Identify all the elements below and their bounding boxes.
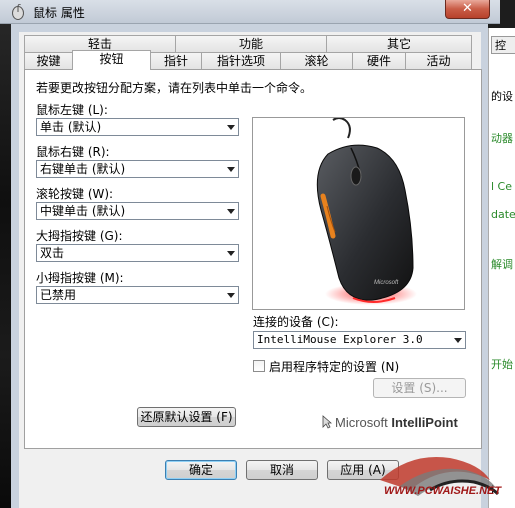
- svg-text:Microsoft: Microsoft: [374, 280, 399, 286]
- tab-functions[interactable]: 功能: [175, 35, 327, 52]
- cursor-icon: [322, 415, 333, 429]
- connected-device-select[interactable]: IntelliMouse Explorer 3.0: [253, 331, 466, 349]
- background-tab: 控: [491, 36, 515, 54]
- mouse-image: Microsoft: [316, 118, 417, 305]
- brand-prefix: Microsoft: [335, 415, 388, 430]
- instruction-text: 若要更改按钮分配方案，请在列表中单击一个命令。: [36, 81, 313, 95]
- watermark-logo: WWW.PCWAISHE.NET: [370, 450, 515, 508]
- brand-name: IntelliPoint: [391, 415, 458, 430]
- wheel-button-value: 中键单击 (默认): [40, 204, 126, 218]
- tab-wheel[interactable]: 滚轮: [280, 52, 353, 69]
- tab-activity[interactable]: 活动: [405, 52, 472, 69]
- app-specific-label[interactable]: 启用程序特定的设置 (N): [269, 358, 399, 375]
- background-text: 开始: [491, 358, 513, 371]
- thumb-button-value: 双击: [40, 246, 65, 260]
- right-button-value: 右键单击 (默认): [40, 162, 126, 176]
- right-button-label: 鼠标右键 (R):: [36, 145, 110, 159]
- thumb-button-label: 大拇指按键 (G):: [36, 229, 123, 243]
- chevron-down-icon: [227, 125, 235, 130]
- chevron-down-icon: [454, 338, 462, 343]
- chevron-down-icon: [227, 251, 235, 256]
- tab-pointer-options[interactable]: 指针选项: [201, 52, 281, 69]
- chevron-down-icon: [227, 209, 235, 214]
- left-button-label: 鼠标左键 (L):: [36, 103, 108, 117]
- tab-hardware[interactable]: 硬件: [352, 52, 406, 69]
- background-text: 解调: [491, 258, 513, 271]
- right-button-select[interactable]: 右键单击 (默认): [36, 160, 239, 178]
- close-button[interactable]: ✕: [445, 0, 490, 19]
- mouse-icon: [12, 4, 24, 20]
- background-text: 的设: [491, 90, 513, 103]
- intellipoint-brand: Microsoft IntelliPoint: [322, 415, 458, 430]
- pinky-button-select[interactable]: 已禁用: [36, 286, 239, 304]
- mouse-preview: Microsoft: [252, 117, 465, 310]
- chevron-down-icon: [227, 167, 235, 172]
- background-text: l Ce: [491, 180, 513, 193]
- pinky-button-label: 小拇指按键 (M):: [36, 271, 124, 285]
- window-title: 鼠标 属性: [33, 6, 85, 20]
- chevron-down-icon: [227, 293, 235, 298]
- ok-button[interactable]: 确定: [165, 460, 237, 480]
- tab-buttons[interactable]: 按钮: [72, 50, 151, 70]
- background-text: date: [491, 208, 515, 221]
- app-specific-checkbox[interactable]: [253, 360, 265, 372]
- watermark-text: WWW.PCWAISHE.NET: [384, 485, 502, 497]
- restore-defaults-button[interactable]: 还原默认设置 (F): [137, 407, 236, 427]
- wheel-button-select[interactable]: 中键单击 (默认): [36, 202, 239, 220]
- background-window: 控 的设 动器 l Ce date 解调 开始 i: [488, 28, 515, 508]
- left-button-value: 单击 (默认): [40, 120, 102, 134]
- cancel-button[interactable]: 取消: [246, 460, 318, 480]
- tab-other[interactable]: 其它: [326, 35, 472, 52]
- tab-keys[interactable]: 按键: [24, 52, 73, 69]
- connected-device-value: IntelliMouse Explorer 3.0: [257, 333, 423, 346]
- settings-button[interactable]: 设置 (S)...: [373, 378, 466, 398]
- tab-pointer[interactable]: 指针: [150, 52, 202, 69]
- connected-device-label: 连接的设备 (C):: [253, 315, 339, 329]
- pinky-button-value: 已禁用: [40, 288, 77, 302]
- left-button-select[interactable]: 单击 (默认): [36, 118, 239, 136]
- thumb-button-select[interactable]: 双击: [36, 244, 239, 262]
- wheel-button-label: 滚轮按键 (W):: [36, 187, 114, 201]
- background-text: 动器: [491, 132, 513, 145]
- title-bar[interactable]: 鼠标 属性 ✕: [0, 0, 500, 24]
